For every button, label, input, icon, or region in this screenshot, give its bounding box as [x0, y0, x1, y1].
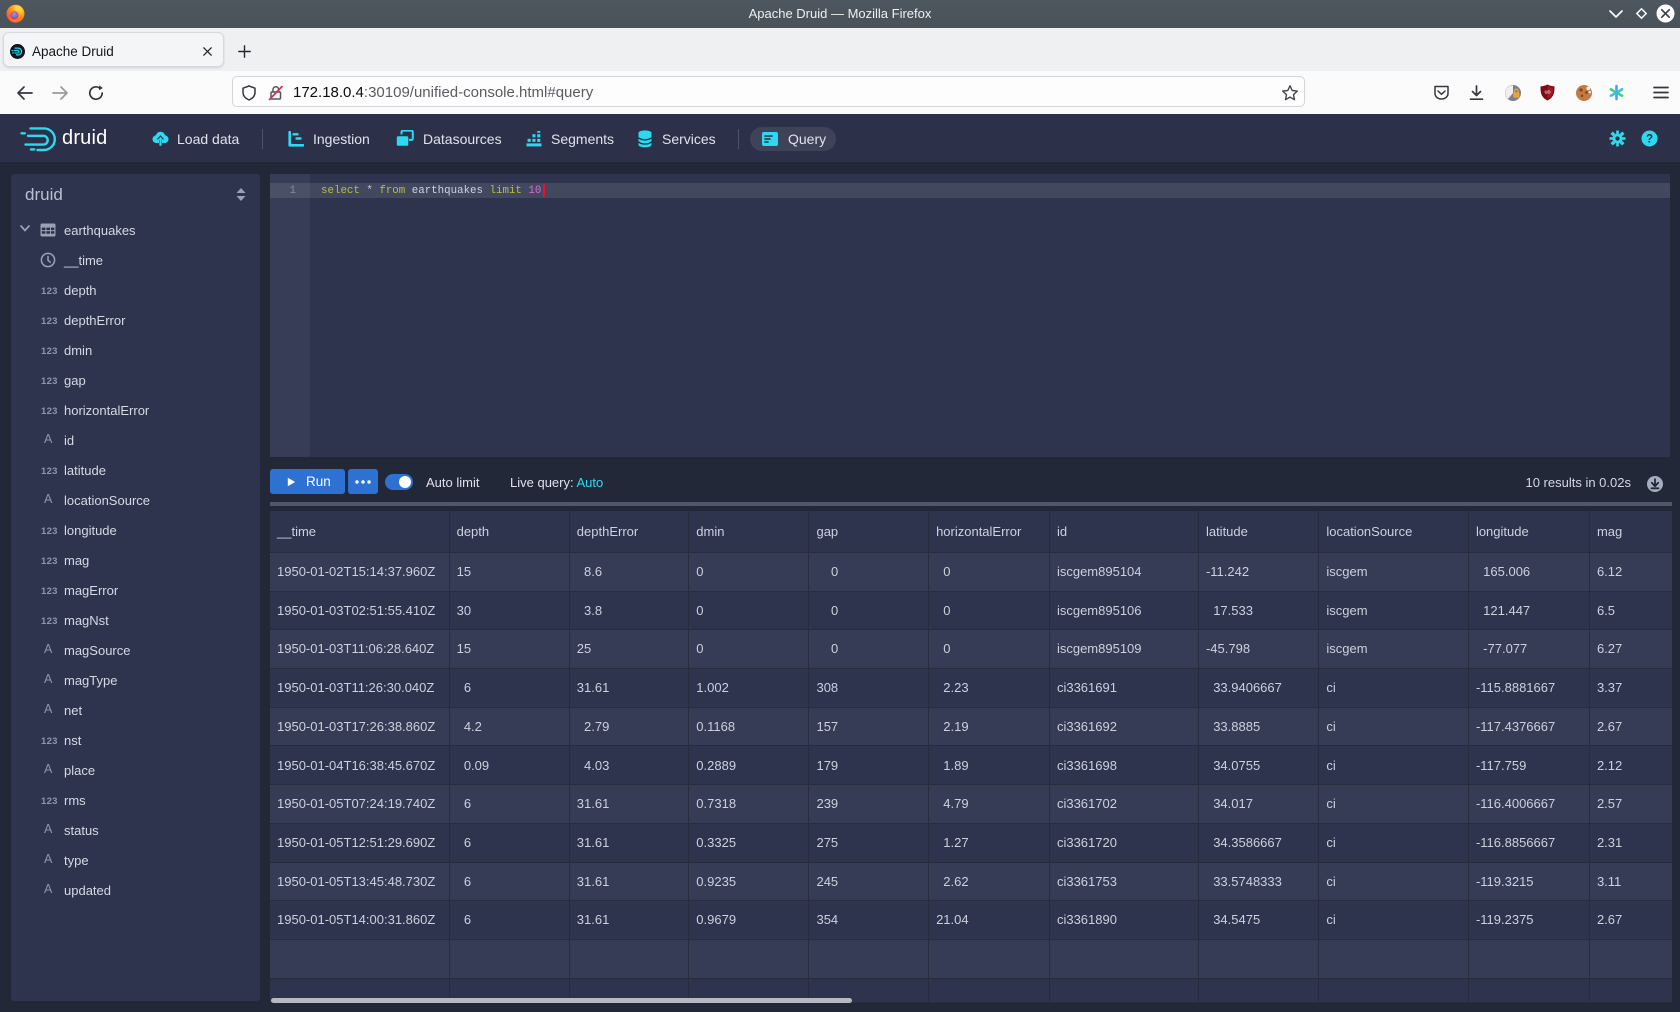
svg-text:?: ?	[1646, 134, 1653, 146]
svg-text:uo: uo	[1544, 90, 1550, 96]
